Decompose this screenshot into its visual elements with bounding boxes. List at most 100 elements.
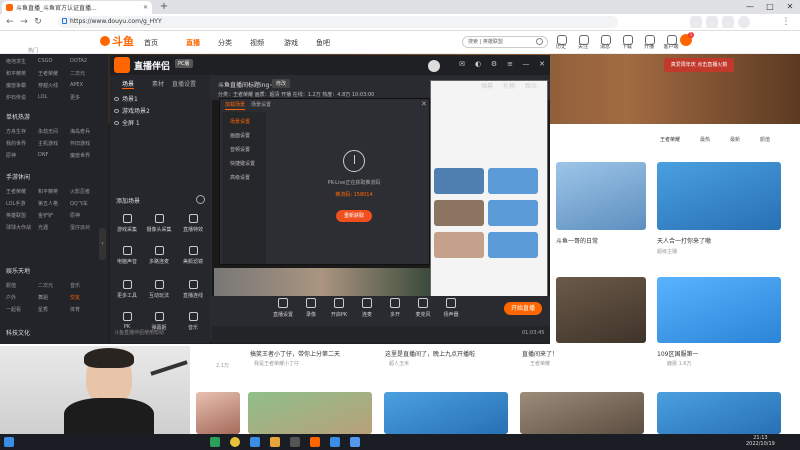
visibility-icon[interactable]	[114, 121, 119, 125]
sidebar-category-item[interactable]: 主机游戏	[38, 140, 58, 147]
taskbar-app-icon[interactable]	[290, 437, 300, 447]
sidebar-category-item[interactable]: 音乐	[70, 282, 80, 289]
companion-mail-icon[interactable]: ✉	[456, 60, 468, 70]
sidebar-category-item[interactable]: 第五人格	[38, 200, 58, 207]
sidebar-category-item[interactable]: APEX	[70, 82, 83, 88]
sidebar-category-item[interactable]: 魔兽争霸	[6, 82, 26, 89]
sidebar-category-item[interactable]: 魔兽世界	[70, 152, 90, 159]
tab-danmaku[interactable]: 弹幕	[476, 81, 498, 93]
taskbar-app-icon[interactable]	[210, 437, 220, 447]
sidebar-category-item[interactable]: 永劫无间	[38, 128, 58, 135]
add-scene-label[interactable]: 添加场景	[116, 196, 140, 205]
dialog-tab-load-scene[interactable]: 加载场景	[225, 101, 246, 110]
scene-item[interactable]: 游戏场景2	[114, 106, 150, 115]
companion-skin-icon[interactable]: ◐	[472, 60, 484, 70]
sidebar-category-item[interactable]: 绝地求生	[6, 58, 26, 65]
close-window-button[interactable]: ✕	[780, 0, 800, 14]
extensions-icon[interactable]	[690, 16, 702, 28]
nav-yuba[interactable]: 鱼吧	[316, 38, 330, 48]
sidebar-category-item[interactable]: 方舟生存	[6, 128, 26, 135]
sidebar-category-item[interactable]: 更多	[70, 94, 80, 101]
stream-title[interactable]: 109区国服第一	[657, 349, 698, 358]
bookmark-icon[interactable]	[706, 16, 718, 28]
dialog-menu-item[interactable]: 场景设置	[230, 118, 250, 125]
taskbar-app-icon[interactable]	[330, 437, 340, 447]
menu-icon[interactable]: ⋮	[780, 16, 792, 28]
dialog-tab-scene-settings[interactable]: 场景设置	[251, 101, 271, 108]
back-icon[interactable]: ←	[4, 16, 16, 28]
stream-thumbnail[interactable]	[657, 277, 781, 343]
stream-thumbnail[interactable]	[657, 162, 781, 230]
category-filter[interactable]: 最热	[700, 136, 710, 143]
browser-tab[interactable]: 斗鱼直播_斗鱼官方认证直播... ✕	[2, 1, 152, 14]
tool-beauty[interactable]: 美颜滤镜	[180, 246, 206, 270]
sidebar-category-item[interactable]: 原神	[70, 212, 80, 219]
follow-icon[interactable]: 关注	[572, 34, 594, 52]
forward-icon[interactable]: →	[18, 16, 30, 28]
reload-icon[interactable]: ↻	[32, 16, 44, 28]
sidebar-category-item[interactable]: 颜值	[6, 282, 16, 289]
minimize-button[interactable]: —	[740, 0, 760, 14]
tool-game-capture[interactable]: 游戏采集	[114, 214, 140, 238]
sidebar-category-item[interactable]: 交友	[70, 294, 80, 301]
stream-title[interactable]: 直播间来了！	[522, 349, 558, 358]
sidebar-category-item[interactable]: 二次元	[38, 282, 53, 289]
speaker-button[interactable]: 扬声器	[438, 298, 464, 318]
maximize-button[interactable]: □	[760, 0, 780, 14]
sidebar-category-item[interactable]: 英雄联盟	[6, 212, 26, 219]
tab-scene[interactable]: 场景	[122, 79, 135, 89]
taskbar-app-icon[interactable]	[350, 437, 360, 447]
sidebar-category-item[interactable]: 怀旧游戏	[70, 140, 90, 147]
start-live-icon[interactable]: 开播	[638, 34, 660, 52]
category-filter[interactable]: 颜值	[760, 136, 770, 143]
sidebar-category-item[interactable]: 户外	[6, 294, 16, 301]
companion-close-icon[interactable]: ✕	[536, 60, 548, 70]
sidebar-category-item[interactable]: DNF	[38, 152, 48, 158]
folder-icon[interactable]	[270, 437, 280, 447]
sidebar-category-item[interactable]: CSGO	[38, 58, 52, 64]
sidebar-category-item[interactable]: 王者荣耀	[38, 70, 58, 77]
help-link[interactable]: 斗鱼直播伴侣使用帮助	[114, 329, 164, 336]
history-icon[interactable]: 历史	[550, 34, 572, 52]
sidebar-category-item[interactable]: 王者荣耀	[6, 188, 26, 195]
downloads-icon[interactable]	[722, 16, 734, 28]
live-settings-button[interactable]: 直播设置	[270, 298, 296, 318]
visibility-icon[interactable]	[114, 97, 119, 101]
stream-title[interactable]: 搞笑王者小丁仔，带你上分第二天	[250, 349, 340, 358]
client-icon[interactable]: 客户端	[660, 34, 682, 52]
douyu-companion-taskbar-icon[interactable]	[310, 437, 320, 447]
tool-multi-mic[interactable]: 多路连麦	[146, 246, 172, 270]
add-scene-icon[interactable]	[196, 195, 205, 204]
taskbar-app-icon[interactable]	[250, 437, 260, 447]
sidebar-category-item[interactable]: 金铲铲	[38, 212, 53, 219]
sidebar-category-item[interactable]: 原神	[6, 152, 16, 159]
sidebar-category-item[interactable]: 球球大作战	[6, 224, 31, 231]
stream-thumbnail[interactable]	[196, 392, 240, 434]
companion-avatar[interactable]	[428, 60, 440, 72]
url-input[interactable]: https://www.douyu.com/g_HYY	[58, 16, 618, 28]
stream-title[interactable]: 天人合一打你来了嗷	[657, 236, 711, 245]
tool-camera[interactable]: 摄像头采集	[146, 214, 172, 238]
douyu-logo[interactable]: 斗鱼	[100, 34, 136, 50]
tool-connect[interactable]: 直播连线	[180, 280, 206, 304]
new-tab-button[interactable]: +	[158, 1, 170, 13]
dialog-menu-item[interactable]: 画面设置	[230, 132, 250, 139]
nav-video[interactable]: 视频	[250, 38, 264, 48]
tab-audience[interactable]: 观众	[520, 81, 542, 93]
companion-settings-icon[interactable]: ⚙	[488, 60, 500, 70]
record-button[interactable]: 录像	[298, 298, 324, 318]
sidebar-collapse-handle[interactable]: ‹	[99, 228, 106, 260]
message-icon[interactable]: 消息	[594, 34, 616, 52]
sidebar-category-item[interactable]: 体育	[70, 306, 80, 313]
sidebar-category-item[interactable]: 一起看	[6, 306, 21, 313]
stream-thumbnail[interactable]	[556, 277, 646, 343]
nav-category[interactable]: 分类	[218, 38, 232, 48]
sidebar-category-item[interactable]: 和平精英	[6, 70, 26, 77]
pk-button[interactable]: 开启PK	[326, 298, 352, 318]
tool-interactive[interactable]: 互动玩法	[146, 280, 172, 304]
start-icon[interactable]	[4, 437, 14, 447]
tool-music[interactable]: 音乐	[180, 312, 206, 336]
refetch-button[interactable]: 重新获取	[336, 210, 372, 222]
scene-item[interactable]: 全屏 1	[114, 118, 140, 127]
go-live-button[interactable]: 开始直播	[504, 302, 542, 315]
